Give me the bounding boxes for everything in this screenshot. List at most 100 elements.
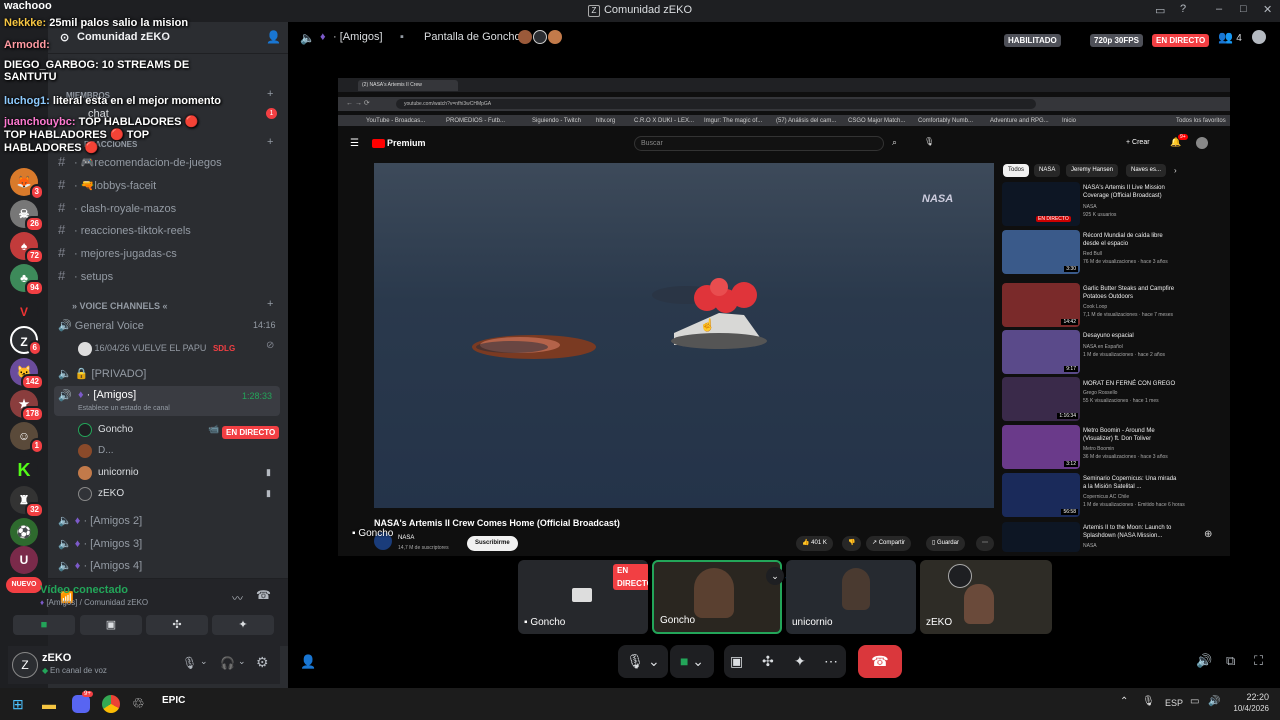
voice-channel[interactable]: 🔈 ♦ · [Amigos 3]: [58, 534, 142, 554]
minimize-icon[interactable]: –: [1216, 3, 1222, 15]
video-thumbnail[interactable]: 1:16:34: [1002, 377, 1080, 421]
related-title[interactable]: NASA's Artemis II Live Mission Coverage …: [1083, 184, 1178, 200]
bookmark[interactable]: CSGO Major Match...: [848, 118, 905, 124]
activities-icon[interactable]: ✣: [762, 645, 774, 678]
browser-tab[interactable]: (2) NASA's Artemis II Crew: [358, 80, 458, 91]
fullscreen-icon[interactable]: ⛶: [1254, 653, 1263, 669]
text-channel[interactable]: # · clash-royale-mazos: [58, 198, 176, 218]
channel-status[interactable]: Establece un estado de canal: [78, 405, 170, 412]
popout-icon[interactable]: ⧉: [1226, 653, 1235, 669]
volume-icon[interactable]: 🔊: [1196, 653, 1212, 669]
clock-time[interactable]: 22:20: [1229, 692, 1269, 702]
yt-search-input[interactable]: Buscar: [634, 136, 884, 151]
bookmark[interactable]: Siguiendo - Twitch: [532, 118, 581, 124]
server-icon[interactable]: ☺ 1: [10, 422, 44, 454]
subscribe-button[interactable]: Suscribirme: [467, 536, 518, 551]
server-icon[interactable]: ⚽: [10, 518, 38, 546]
server-icon[interactable]: ♠ 72: [10, 232, 44, 264]
related-title[interactable]: Desayuno espacial: [1083, 332, 1178, 340]
server-icon[interactable]: 🐱 142: [10, 358, 44, 390]
microphone-button[interactable]: 🎙 ⌄: [618, 645, 668, 678]
chevron-down-icon[interactable]: ⌄: [238, 656, 246, 667]
voice-user-row[interactable]: 16/04/26 VUELVE EL PAPU SDLG: [78, 338, 240, 358]
server-icon[interactable]: ★ 178: [10, 390, 44, 422]
server-icon[interactable]: 🦊 3: [10, 168, 44, 200]
filter-chip[interactable]: Naves es...: [1126, 164, 1167, 177]
video-thumbnail[interactable]: 9:17: [1002, 330, 1080, 374]
save-button[interactable]: ▯ Guardar: [926, 536, 965, 551]
epic-games-icon[interactable]: EPIC: [162, 695, 185, 706]
search-icon[interactable]: ⌕: [892, 137, 897, 148]
text-channel[interactable]: # · reacciones-tiktok-reels: [58, 220, 191, 240]
disconnect-button[interactable]: ☎: [858, 645, 902, 678]
video-player[interactable]: NASA: [374, 163, 994, 508]
video-thumbnail[interactable]: 3:12: [1002, 425, 1080, 469]
headphones-icon[interactable]: 🎧: [220, 656, 235, 670]
avatar[interactable]: [1196, 137, 1208, 149]
more-button[interactable]: ⋯: [976, 536, 994, 551]
video-thumbnail[interactable]: 14:42: [1002, 283, 1080, 327]
related-title[interactable]: Artemis II to the Moon: Launch to Splash…: [1083, 524, 1178, 540]
maximize-icon[interactable]: □: [1240, 3, 1247, 15]
disconnect-icon[interactable]: ☎: [256, 588, 271, 602]
participants-icon[interactable]: 👥 4: [1218, 30, 1242, 44]
soundboard-icon[interactable]: ✦: [794, 645, 806, 678]
related-title[interactable]: Metro Boomin - Around Me (Visualizer) ft…: [1083, 427, 1178, 443]
add-channel-icon[interactable]: +: [267, 298, 273, 310]
voice-channel-general[interactable]: 🔊 General Voice: [58, 316, 144, 336]
participant-tile[interactable]: EN DIRECTO ▪ Goncho: [518, 560, 648, 634]
participant-tile[interactable]: unicornio: [786, 560, 916, 634]
voice-channel[interactable]: 🔈 ♦ · [Amigos 2]: [58, 511, 142, 531]
create-button[interactable]: + Crear: [1126, 139, 1150, 146]
help-icon[interactable]: ?: [1180, 3, 1186, 15]
filter-chip[interactable]: NASA: [1034, 164, 1061, 177]
bookmark[interactable]: C.R.O X DUKI - LEX...: [634, 118, 694, 124]
bookmark[interactable]: Imgur: The magic of...: [704, 118, 762, 124]
server-icon[interactable]: ☠ 26: [10, 200, 44, 232]
filter-chip[interactable]: Todos: [1003, 164, 1030, 177]
kick-server-icon[interactable]: K: [10, 456, 38, 484]
text-channel[interactable]: # · setups: [58, 266, 113, 286]
voice-user-row[interactable]: Goncho: [78, 420, 133, 440]
server-icon[interactable]: U: [10, 546, 38, 574]
bookmark[interactable]: (57) Análisis del cam...: [776, 118, 836, 124]
language-indicator[interactable]: ESP: [1165, 698, 1183, 708]
video-thumbnail[interactable]: 3:30: [1002, 230, 1080, 274]
add-channel-icon[interactable]: +: [267, 88, 273, 100]
youtube-logo[interactable]: Premium: [387, 138, 426, 148]
video-thumbnail[interactable]: 56:58: [1002, 473, 1080, 517]
like-button[interactable]: 👍 401 K: [796, 536, 833, 551]
bookmark[interactable]: Adventure and RPG...: [990, 118, 1049, 124]
chevron-down-icon[interactable]: ⌄: [200, 656, 208, 667]
add-user-icon[interactable]: 👤: [266, 30, 281, 44]
related-title[interactable]: Seminario Copernicus: Una mirada a la Mi…: [1083, 475, 1178, 491]
windows-start-icon[interactable]: ⊞: [12, 696, 24, 713]
voice-channel-privado[interactable]: 🔈 🔒 [PRIVADO]: [58, 364, 146, 384]
dislike-button[interactable]: 👎: [842, 536, 862, 551]
participant-tile[interactable]: Goncho: [652, 560, 782, 634]
participant-tile[interactable]: zEKO: [920, 560, 1052, 634]
add-channel-icon[interactable]: +: [267, 136, 273, 148]
screen-share-icon[interactable]: ▣: [730, 645, 743, 678]
network-icon[interactable]: ▭: [1190, 696, 1199, 707]
voice-channel[interactable]: 🔈 ♦ · [Amigos 4]: [58, 556, 142, 576]
camera-button[interactable]: ■ ⌄: [670, 645, 714, 678]
soundboard-button[interactable]: ✦: [212, 615, 274, 635]
video-thumbnail[interactable]: EN DIRECTO: [1002, 182, 1080, 226]
bookmark[interactable]: hltv.org: [596, 118, 615, 124]
voice-status[interactable]: Vídeo conectado: [40, 584, 128, 596]
chevron-up-icon[interactable]: ⌃: [1120, 696, 1128, 707]
mic-icon[interactable]: 🎙: [924, 137, 934, 146]
voice-location[interactable]: ♦ [Amigos] / Comunidad zEKO: [40, 598, 148, 607]
url-field[interactable]: youtube.com/watch?v=nfhi3wCHMpGA: [396, 99, 1036, 109]
chevron-right-icon[interactable]: ›: [1174, 166, 1177, 175]
related-title[interactable]: Récord Mundial de caída libre desde el e…: [1083, 232, 1178, 248]
text-channel[interactable]: # · 🎮recomendacion-de-juegos: [58, 152, 222, 172]
more-icon[interactable]: ⋯: [824, 645, 838, 678]
microphone-icon[interactable]: 🎙: [182, 656, 197, 670]
voice-user-row[interactable]: unicornio: [78, 463, 139, 483]
channel-name[interactable]: NASA: [398, 535, 414, 541]
valorant-server-icon[interactable]: V: [10, 298, 38, 326]
user-avatar[interactable]: Z: [12, 652, 38, 678]
close-icon[interactable]: ✕: [1263, 3, 1272, 16]
